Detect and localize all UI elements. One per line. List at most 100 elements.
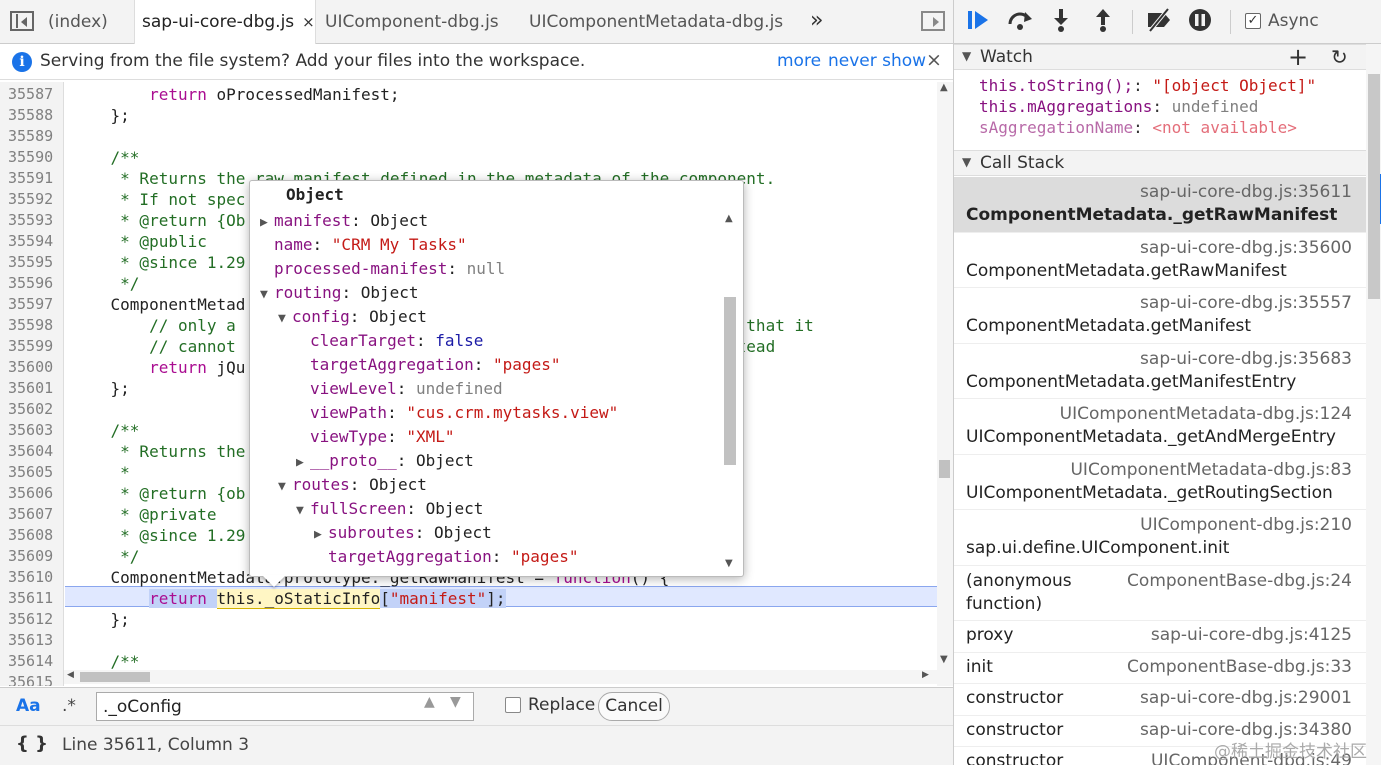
infobar-more-link[interactable]: more [777, 51, 821, 71]
object-property-row[interactable]: ▼ config: Object [278, 305, 427, 329]
object-property-row[interactable]: ▼ routing: Object [260, 281, 419, 305]
line-number[interactable]: 35615 [8, 672, 53, 686]
callstack-frame[interactable]: ComponentBase-dbg.js:33 init [954, 653, 1366, 684]
scroll-up-icon[interactable]: ▲ [725, 213, 733, 224]
regex-button[interactable]: .* [62, 696, 76, 716]
object-property-row[interactable]: ▼ fullScreen: Object [296, 497, 483, 521]
callstack-frame[interactable]: UIComponentMetadata-dbg.js:124 UIComponen… [954, 399, 1366, 455]
resume-icon[interactable] [966, 8, 992, 38]
tab-uicomponent[interactable]: UIComponent-dbg.js [325, 0, 499, 44]
line-number[interactable]: 35609 [8, 546, 53, 567]
step-over-icon[interactable] [1006, 8, 1034, 38]
scroll-right-icon[interactable]: ▶ [922, 670, 929, 680]
scroll-down-icon[interactable]: ▼ [725, 558, 733, 569]
frame-location[interactable]: ComponentBase-dbg.js:24 [1127, 571, 1352, 591]
line-number[interactable]: 35589 [8, 126, 53, 147]
object-property-row[interactable]: ▶ __proto__: Object [296, 449, 474, 473]
hovered-expression[interactable]: this._oStaticInfo [216, 589, 381, 609]
object-preview-popover[interactable]: Object ▶ manifest: Object name: "CRM My Ta… [249, 180, 744, 577]
frame-location[interactable]: UIComponentMetadata-dbg.js:83 [1070, 460, 1352, 480]
frame-location[interactable]: ComponentBase-dbg.js:33 [1127, 657, 1352, 677]
line-number[interactable]: 35610 [8, 567, 53, 588]
expand-triangle-icon[interactable]: ▶ [296, 451, 310, 475]
toggle-debugger-icon[interactable] [921, 11, 945, 31]
async-checkbox[interactable]: ✓ [1245, 13, 1261, 29]
frame-location[interactable]: UIComponentMetadata-dbg.js:124 [1060, 404, 1352, 424]
more-tabs-icon[interactable]: » [810, 8, 823, 33]
scrollbar-thumb[interactable] [939, 460, 950, 478]
frame-location[interactable]: sap-ui-core-dbg.js:35611 [1140, 182, 1352, 202]
watch-expression[interactable]: this.mAggregations: undefined [979, 96, 1258, 117]
callstack-frame[interactable]: sap-ui-core-dbg.js:4125 proxy [954, 621, 1366, 653]
line-number[interactable]: 35605 [8, 462, 53, 483]
line-number[interactable]: 35600 [8, 357, 53, 378]
watch-expression[interactable]: this.toString();: "[object Object]" [979, 75, 1316, 96]
line-number[interactable]: 35596 [8, 273, 53, 294]
scroll-down-icon[interactable]: ▼ [940, 654, 948, 665]
match-case-button[interactable]: Aa [16, 696, 41, 716]
line-number[interactable]: 35592 [8, 189, 53, 210]
line-number-gutter[interactable]: 35587 35588 35589 35590 35591 35592 35593 35594… [0, 82, 64, 686]
line-number[interactable]: 35606 [8, 483, 53, 504]
tab-sap-ui-core[interactable]: sap-ui-core-dbg.js × [134, 0, 316, 45]
line-number[interactable]: 35607 [8, 504, 53, 525]
frame-location[interactable]: sap-ui-core-dbg.js:35600 [1140, 238, 1352, 258]
frame-location[interactable]: sap-ui-core-dbg.js:4125 [1151, 625, 1352, 645]
search-input[interactable] [96, 692, 474, 721]
callstack-frame[interactable]: UIComponent-dbg.js:210 sap.ui.define.UICo… [954, 510, 1366, 566]
add-watch-icon[interactable]: + [1288, 43, 1308, 71]
callstack-frame[interactable]: UIComponentMetadata-dbg.js:83 UIComponent… [954, 455, 1366, 510]
line-number[interactable]: 35611 [8, 588, 53, 609]
scroll-left-icon[interactable]: ◀ [67, 670, 74, 680]
callstack-frame[interactable]: sap-ui-core-dbg.js:29001 constructor [954, 684, 1366, 716]
tab-uicomponentmetadata[interactable]: UIComponentMetadata-dbg.js [529, 0, 783, 44]
scrollbar-thumb[interactable] [1368, 74, 1380, 299]
collapse-triangle-icon[interactable]: ▼ [296, 499, 310, 523]
frame-location[interactable]: UIComponent-dbg.js:210 [1140, 515, 1352, 535]
callstack-frame[interactable]: sap-ui-core-dbg.js:35557 ComponentMetadat… [954, 288, 1366, 344]
pause-on-exceptions-icon[interactable] [1188, 8, 1212, 38]
callstack-frame[interactable]: ComponentBase-dbg.js:24 (anonymous functio… [954, 566, 1366, 621]
pretty-print-button[interactable]: { } [16, 733, 48, 754]
collapse-triangle-icon[interactable]: ▼ [278, 307, 292, 331]
watch-expression[interactable]: sAggregationName: <not available> [979, 117, 1297, 138]
scroll-up-icon[interactable]: ▲ [940, 82, 948, 93]
line-number[interactable]: 35593 [8, 210, 53, 231]
tab-index[interactable]: (index) [48, 0, 134, 44]
line-number[interactable]: 35604 [8, 441, 53, 462]
scrollbar-thumb[interactable] [724, 297, 736, 465]
line-number[interactable]: 35614 [8, 651, 53, 672]
expand-triangle-icon[interactable]: ▶ [314, 523, 328, 547]
line-number[interactable]: 35597 [8, 294, 53, 315]
step-out-icon[interactable] [1094, 8, 1112, 38]
replace-checkbox[interactable] [505, 697, 521, 713]
line-number[interactable]: 35613 [8, 630, 53, 651]
infobar-never-show-link[interactable]: never show [828, 51, 926, 71]
watch-section-header[interactable]: ▼ Watch + ↻ [954, 43, 1366, 71]
search-prev-icon[interactable]: ▲ [424, 694, 435, 710]
line-number[interactable]: 35598 [8, 315, 53, 336]
line-number[interactable]: 35603 [8, 420, 53, 441]
line-number[interactable]: 35599 [8, 336, 53, 357]
callstack-frame[interactable]: sap-ui-core-dbg.js:35683 ComponentMetadat… [954, 344, 1366, 399]
close-tab-icon[interactable]: × [302, 13, 315, 31]
collapse-triangle-icon[interactable]: ▼ [278, 475, 292, 499]
sidebar-scrollbar[interactable] [1366, 44, 1381, 765]
refresh-icon[interactable]: ↻ [1331, 45, 1348, 69]
step-into-icon[interactable] [1052, 8, 1070, 38]
object-property-row[interactable]: ▼ routes: Object [278, 473, 427, 497]
close-icon[interactable]: × [926, 49, 942, 71]
line-number[interactable]: 35608 [8, 525, 53, 546]
callstack-frame[interactable]: sap-ui-core-dbg.js:35611 ComponentMetadat… [954, 177, 1366, 233]
line-number[interactable]: 35588 [8, 105, 53, 126]
popover-scrollbar[interactable]: ▲ ▼ [723, 213, 737, 569]
object-property-row[interactable]: ▶ manifest: Object [260, 209, 428, 233]
frame-location[interactable]: sap-ui-core-dbg.js:35557 [1140, 293, 1352, 313]
expand-triangle-icon[interactable]: ▶ [260, 211, 274, 235]
object-property-row[interactable]: ▶ subroutes: Object [314, 521, 492, 545]
editor-horizontal-scrollbar[interactable]: ◀ ▶ [64, 670, 937, 684]
line-number[interactable]: 35612 [8, 609, 53, 630]
scrollbar-thumb[interactable] [80, 672, 150, 682]
deactivate-breakpoints-icon[interactable] [1144, 7, 1174, 38]
line-number[interactable]: 35594 [8, 231, 53, 252]
